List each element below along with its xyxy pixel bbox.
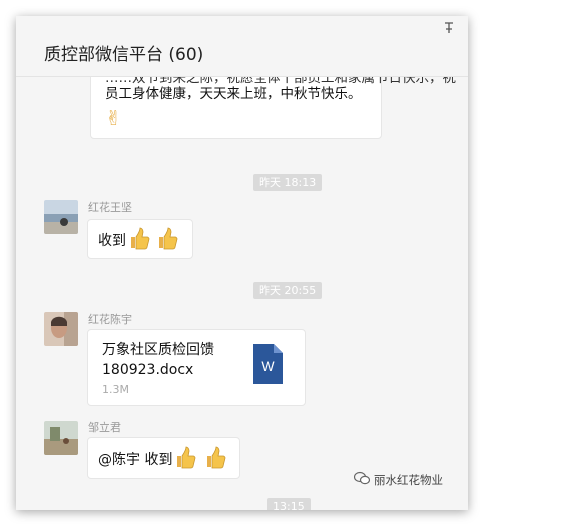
wechat-icon: [353, 471, 371, 488]
avatar[interactable]: [44, 200, 78, 234]
thumbs-up-emoji: [156, 226, 178, 254]
word-document-icon: W: [253, 344, 283, 384]
chat-title: 质控部微信平台 (60): [44, 45, 204, 65]
sender-name: 邹立君: [88, 421, 121, 434]
message-list[interactable]: ……双节到来之际，祝愿全体干部员工和家属节日快乐，祝 员工身体健康，天天来上班，…: [16, 77, 468, 510]
thumbs-up-emoji: [128, 226, 150, 254]
message-text: @陈宇 收到: [98, 452, 173, 468]
file-message[interactable]: 万象社区质检回馈180923.docx 1.3M W: [87, 329, 306, 406]
thumbs-up-emoji: [174, 445, 196, 473]
avatar[interactable]: [44, 421, 78, 455]
message-text: 收到: [98, 233, 126, 249]
message-bubble: @陈宇 收到: [87, 437, 240, 479]
timestamp: 昨天 18:13: [253, 174, 323, 191]
victory-hand-emoji: ✌: [105, 106, 122, 130]
avatar[interactable]: [44, 312, 78, 346]
file-name: 万象社区质检回馈180923.docx: [102, 342, 214, 378]
sender-name: 红花陈宇: [88, 313, 132, 326]
chat-window: 质控部微信平台 (60) ……双节到来之际，祝愿全体干部员工和家属节日快乐，祝 …: [16, 16, 468, 510]
word-icon-letter: W: [261, 358, 275, 374]
thumbs-up-emoji: [204, 445, 226, 473]
pin-icon[interactable]: [444, 22, 454, 37]
timestamp: 13:15: [267, 498, 311, 510]
file-size: 1.3M: [102, 383, 129, 396]
message-bubble: 收到: [87, 219, 193, 259]
watermark: 丽水红花物业: [353, 471, 443, 488]
sender-name: 红花王坚: [88, 201, 132, 214]
timestamp: 昨天 20:55: [253, 282, 323, 299]
title-bar: 质控部微信平台 (60): [16, 16, 468, 77]
watermark-text: 丽水红花物业: [374, 472, 443, 487]
message-text-line: 员工身体健康，天天来上班，中秋节快乐。: [105, 86, 362, 102]
message-bubble: ……双节到来之际，祝愿全体干部员工和家属节日快乐，祝 员工身体健康，天天来上班，…: [90, 77, 456, 139]
